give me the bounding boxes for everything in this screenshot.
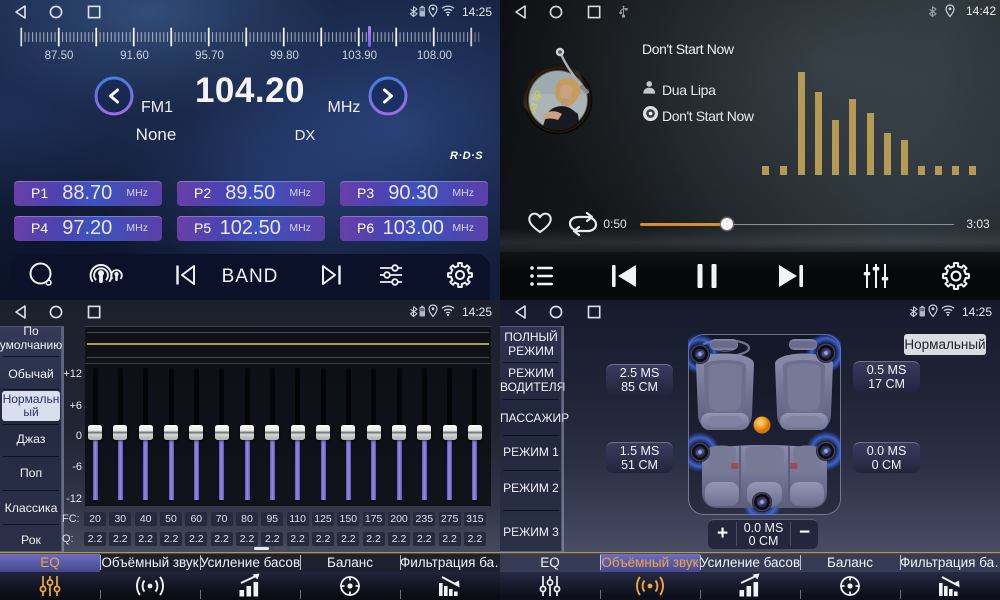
svg-text:BAND: BAND: [222, 266, 279, 287]
